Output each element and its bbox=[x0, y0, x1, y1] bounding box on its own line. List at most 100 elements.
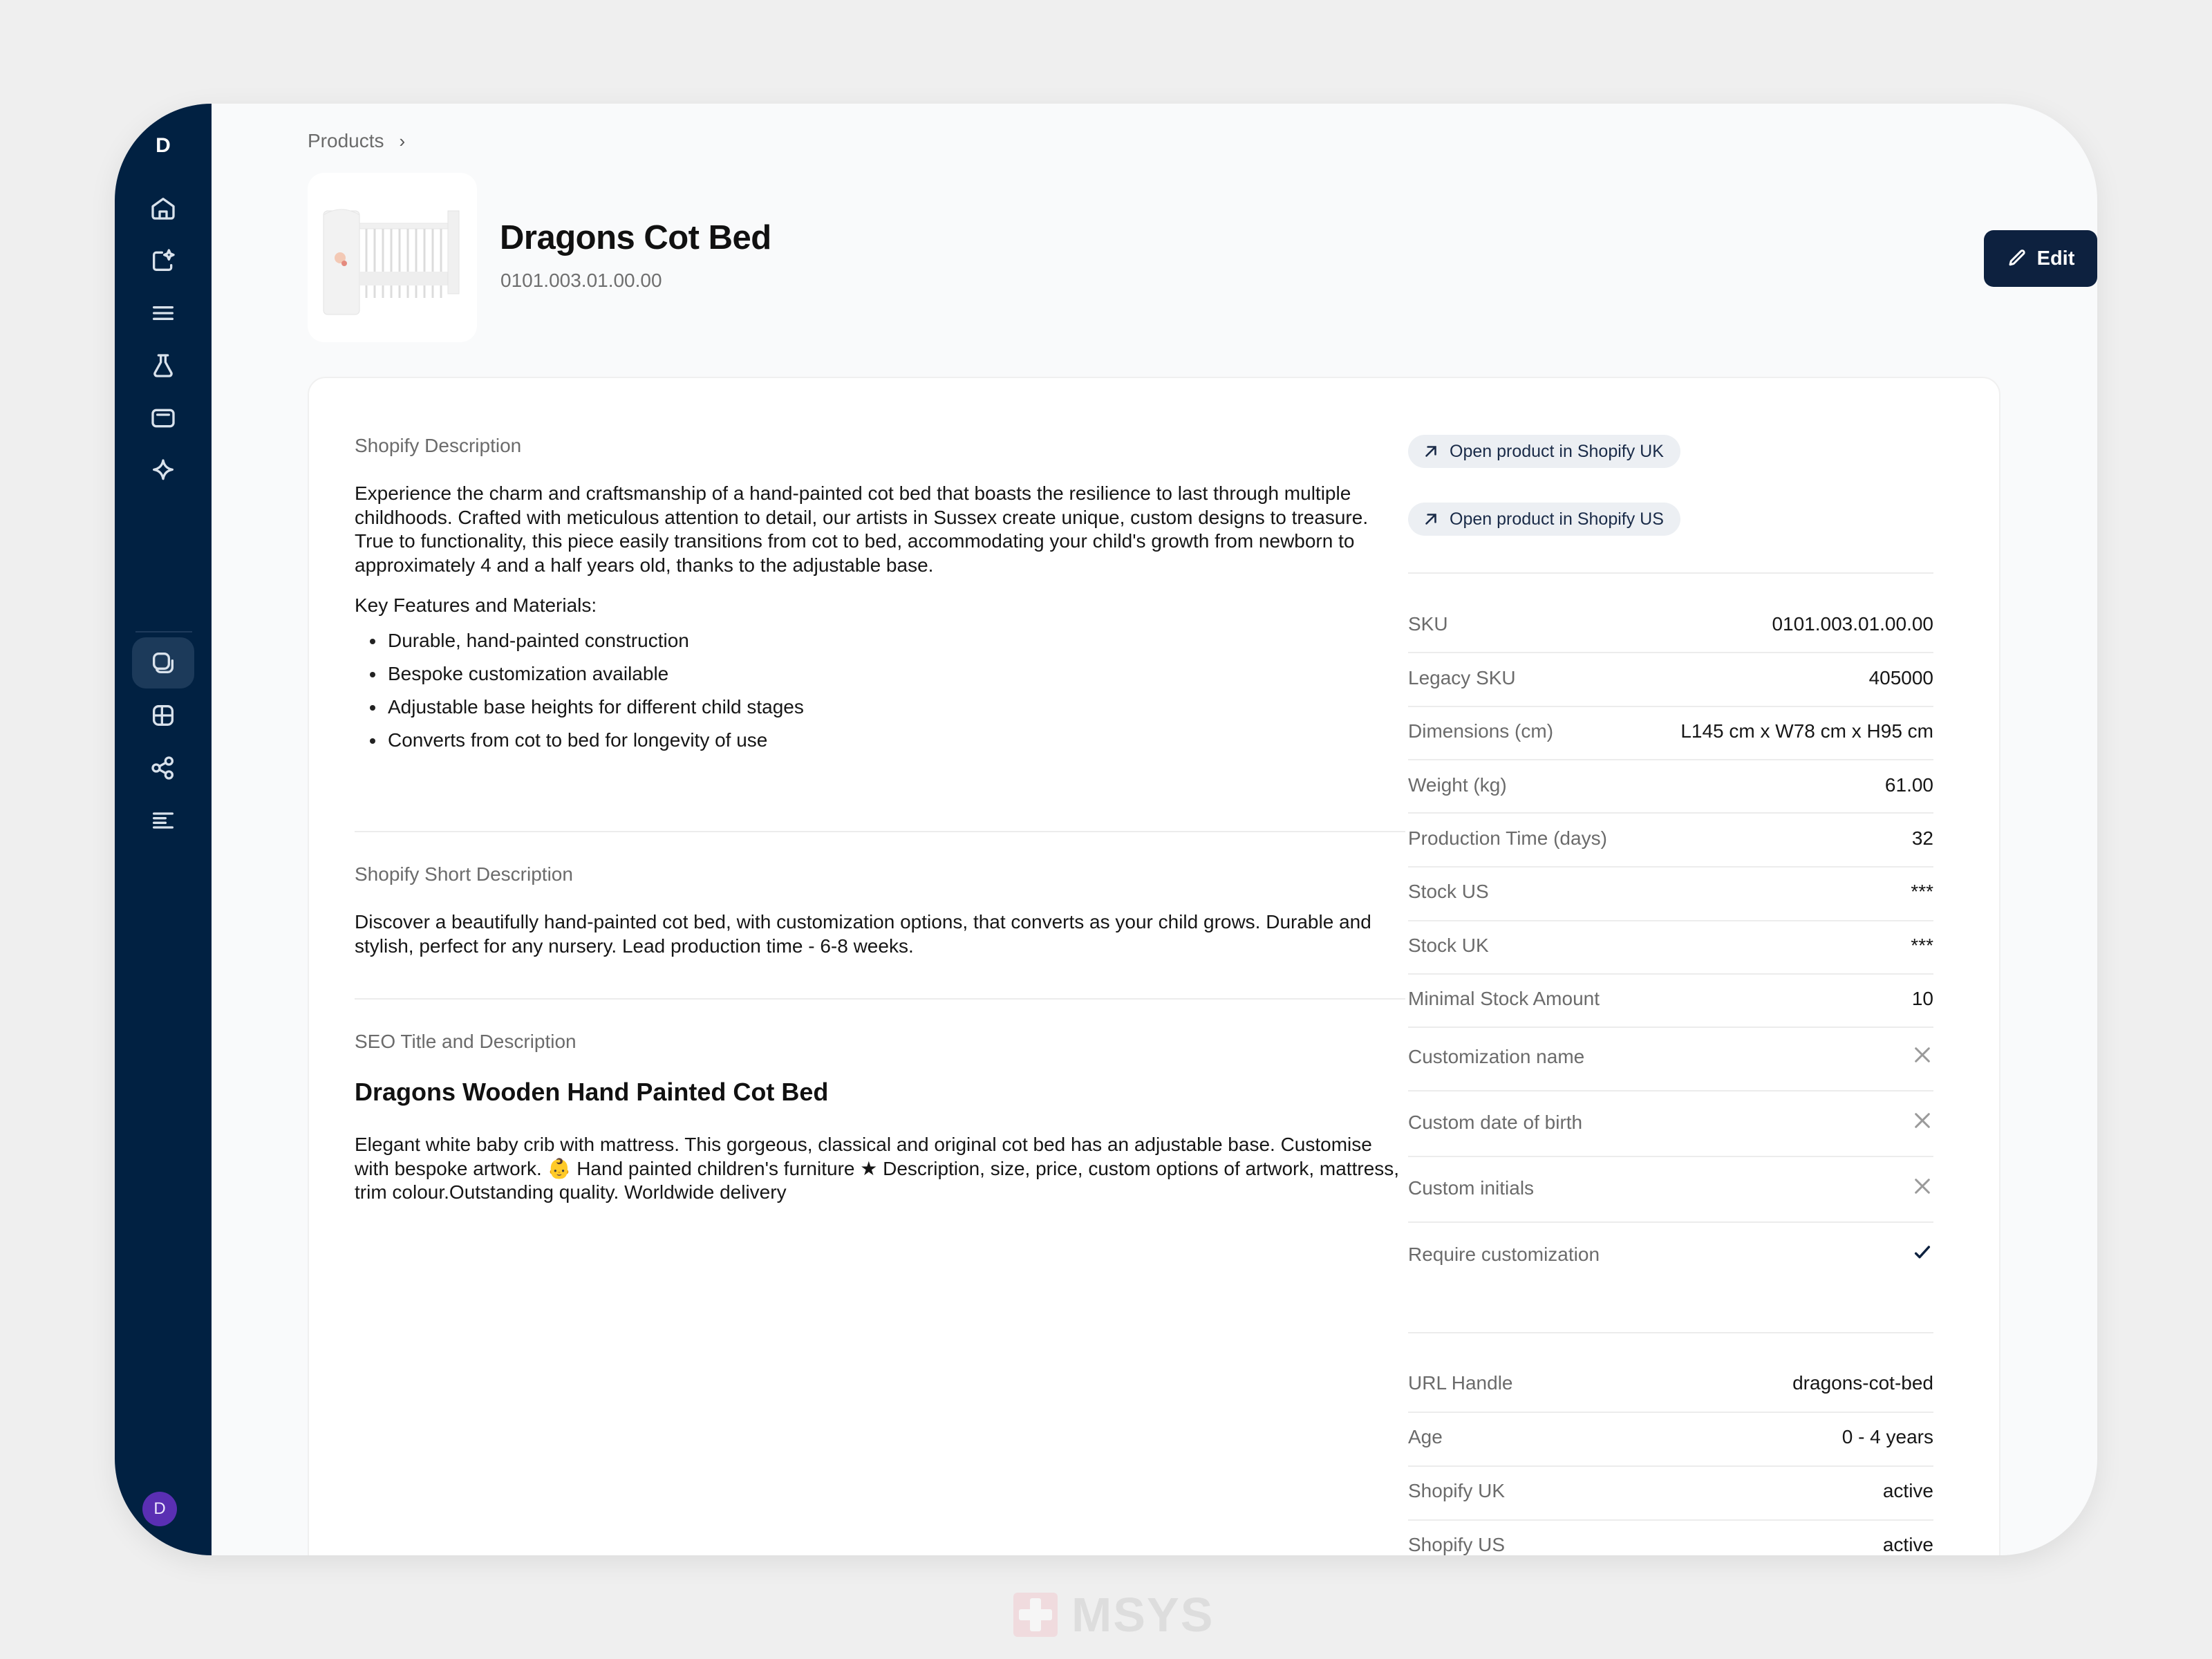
property-label: Custom date of birth bbox=[1408, 1112, 1583, 1133]
msys-logo-icon bbox=[1013, 1593, 1058, 1637]
feature-item: Durable, hand-painted construction bbox=[355, 624, 1405, 657]
property-label: Require customization bbox=[1408, 1244, 1600, 1265]
chevron-right-icon: › bbox=[399, 130, 406, 151]
property-label: Dimensions (cm) bbox=[1408, 720, 1554, 742]
property-value: 10 bbox=[1911, 988, 1933, 1009]
share-icon bbox=[151, 756, 174, 780]
open-shopify-us-label: Open product in Shopify US bbox=[1450, 509, 1664, 529]
breadcrumb: Products › bbox=[308, 130, 405, 152]
row-divider bbox=[1408, 973, 1933, 975]
property-label: Stock US bbox=[1408, 881, 1489, 902]
property-label: Customization name bbox=[1408, 1046, 1585, 1067]
app-window: D D Products › Dragons Cot Bed 0101.003.… bbox=[115, 104, 2097, 1555]
property-value: L145 cm x W78 cm x H95 cm bbox=[1680, 720, 1933, 742]
sidebar-item-grid[interactable] bbox=[132, 690, 194, 741]
property-row-weight: Weight (kg) 61.00 bbox=[1408, 774, 1933, 796]
feature-item: Converts from cot to bed for longevity o… bbox=[355, 724, 1405, 757]
sparkle-folder-icon bbox=[153, 249, 175, 271]
sidebar-item-ai[interactable] bbox=[132, 445, 194, 496]
sidebar-item-share[interactable] bbox=[132, 742, 194, 794]
layers-icon bbox=[153, 653, 174, 674]
check-icon bbox=[1911, 1241, 1933, 1268]
menu-icon bbox=[153, 306, 174, 320]
property-row-require-customization: Require customization bbox=[1408, 1239, 1933, 1270]
property-row-shopify-uk: Shopify UK active bbox=[1408, 1480, 1933, 1502]
card-icon bbox=[151, 409, 175, 428]
row-divider bbox=[1408, 1412, 1933, 1413]
pencil-icon bbox=[2009, 250, 2025, 266]
row-divider bbox=[1408, 1465, 1933, 1467]
property-value: active bbox=[1882, 1480, 1933, 1501]
property-row-stock-us: Stock US *** bbox=[1408, 881, 1933, 903]
row-divider bbox=[1408, 706, 1933, 707]
property-row-customization-name: Customization name bbox=[1408, 1042, 1933, 1072]
property-row-url-handle: URL Handle dragons-cot-bed bbox=[1408, 1372, 1933, 1394]
property-label: Weight (kg) bbox=[1408, 774, 1507, 796]
property-value: dragons-cot-bed bbox=[1792, 1372, 1933, 1394]
row-divider bbox=[1408, 759, 1933, 760]
key-features-heading: Key Features and Materials: bbox=[355, 594, 597, 616]
seo-label: SEO Title and Description bbox=[355, 1031, 577, 1052]
product-image bbox=[308, 173, 477, 342]
row-divider bbox=[1408, 1221, 1933, 1223]
sidebar-item-ai-import[interactable] bbox=[132, 235, 194, 286]
property-value: 0 - 4 years bbox=[1841, 1426, 1933, 1447]
seo-title: Dragons Wooden Hand Painted Cot Bed bbox=[355, 1078, 829, 1106]
property-row-age: Age 0 - 4 years bbox=[1408, 1426, 1933, 1448]
x-icon bbox=[1911, 1109, 1933, 1136]
property-value: 32 bbox=[1911, 827, 1933, 849]
edit-button[interactable]: Edit bbox=[1984, 230, 2097, 287]
sidebar-item-lab[interactable] bbox=[132, 340, 194, 391]
property-row-legacy-sku: Legacy SKU 405000 bbox=[1408, 667, 1933, 689]
arrow-up-right-icon bbox=[1425, 514, 1436, 525]
feature-item: Bespoke customization available bbox=[355, 657, 1405, 691]
feature-item: Adjustable base heights for different ch… bbox=[355, 691, 1405, 724]
property-value: *** bbox=[1911, 935, 1933, 956]
row-divider bbox=[1408, 1519, 1933, 1521]
sidebar-item-products[interactable] bbox=[132, 637, 194, 688]
user-avatar[interactable]: D bbox=[142, 1492, 177, 1526]
property-value: active bbox=[1882, 1534, 1933, 1555]
breadcrumb-products[interactable]: Products bbox=[308, 130, 384, 152]
row-divider bbox=[1408, 1156, 1933, 1157]
app-logo[interactable]: D bbox=[115, 134, 212, 158]
open-shopify-us-link[interactable]: Open product in Shopify US bbox=[1408, 503, 1680, 536]
home-icon bbox=[151, 198, 175, 220]
open-shopify-uk-label: Open product in Shopify UK bbox=[1450, 441, 1664, 461]
grid-icon bbox=[153, 705, 174, 726]
main-content: Products › Dragons Cot Bed 0101.003.01.0… bbox=[212, 104, 2097, 1555]
short-description-label: Shopify Short Description bbox=[355, 863, 573, 885]
section-divider bbox=[355, 998, 1405, 1000]
sidebar-item-text[interactable] bbox=[132, 795, 194, 846]
x-icon bbox=[1911, 1175, 1933, 1202]
flask-icon bbox=[153, 354, 173, 377]
section-divider bbox=[1408, 1332, 1933, 1333]
section-divider bbox=[355, 831, 1405, 832]
seo-description-text: Elegant white baby crib with mattress. T… bbox=[355, 1134, 1400, 1203]
property-label: Stock UK bbox=[1408, 935, 1489, 956]
short-description-text: Discover a beautifully hand-painted cot … bbox=[355, 911, 1371, 957]
shopify-description-text: Experience the charm and craftsmanship o… bbox=[355, 482, 1369, 576]
property-row-sku: SKU 0101.003.01.00.00 bbox=[1408, 613, 1933, 635]
property-label: SKU bbox=[1408, 613, 1448, 635]
shopify-description-label: Shopify Description bbox=[355, 435, 522, 456]
sidebar-item-home[interactable] bbox=[132, 182, 194, 234]
open-shopify-uk-link[interactable]: Open product in Shopify UK bbox=[1408, 435, 1680, 468]
watermark: MSYS bbox=[1013, 1587, 1214, 1642]
sidebar-item-menu[interactable] bbox=[132, 288, 194, 339]
property-row-min-stock: Minimal Stock Amount 10 bbox=[1408, 988, 1933, 1010]
sidebar-item-payments[interactable] bbox=[132, 393, 194, 444]
property-row-shopify-us: Shopify US active bbox=[1408, 1534, 1933, 1555]
property-row-dimensions: Dimensions (cm) L145 cm x W78 cm x H95 c… bbox=[1408, 720, 1933, 742]
row-divider bbox=[1408, 1027, 1933, 1028]
sidebar: D D bbox=[115, 104, 212, 1555]
cot-bed-image bbox=[323, 209, 459, 315]
property-row-stock-uk: Stock UK *** bbox=[1408, 935, 1933, 957]
product-details-card: Shopify Description Experience the charm… bbox=[308, 377, 2000, 1555]
row-divider bbox=[1408, 920, 1933, 921]
property-label: Age bbox=[1408, 1426, 1443, 1447]
property-label: Production Time (days) bbox=[1408, 827, 1607, 849]
property-value: 61.00 bbox=[1884, 774, 1933, 796]
property-row-custom-dob: Custom date of birth bbox=[1408, 1107, 1933, 1138]
row-divider bbox=[1408, 812, 1933, 814]
